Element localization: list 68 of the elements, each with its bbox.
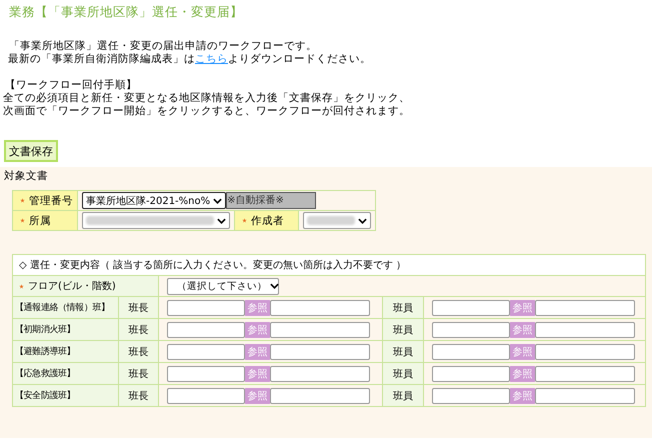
- leader-label: 班長: [118, 340, 158, 362]
- department-select[interactable]: [82, 212, 230, 229]
- number-select[interactable]: 事業所地区隊-2021-%no%: [82, 192, 226, 209]
- name-input-field[interactable]: [535, 322, 635, 338]
- name-input-field[interactable]: [270, 388, 370, 404]
- author-select[interactable]: [303, 212, 371, 229]
- caret-icon: [270, 283, 279, 289]
- name-input-field[interactable]: [270, 344, 370, 360]
- procedure-text: 全ての必須項目と新任・変更となる地区隊情報を入力後「文書保存」をクリック、: [3, 92, 411, 105]
- section-label: 対象文書: [3, 169, 49, 183]
- leader-label: 班長: [118, 362, 158, 384]
- member-label: 班員: [382, 318, 424, 340]
- reference-button[interactable]: 参照: [510, 344, 535, 360]
- member-label: 班員: [382, 340, 424, 362]
- procedure-text: 次画面で「ワークフロー開始」をクリックすると、ワークフローが回付されます。: [3, 105, 411, 118]
- name-input-field[interactable]: [432, 366, 510, 382]
- member-label: 班員: [382, 362, 424, 384]
- name-input-field[interactable]: [432, 344, 510, 360]
- name-input-field[interactable]: [167, 300, 245, 316]
- caret-icon: [217, 218, 226, 224]
- field-label: 所属: [29, 214, 51, 226]
- auto-number-field: ※自動採番※: [226, 192, 316, 209]
- reference-button[interactable]: 参照: [245, 300, 270, 316]
- caret-icon: [213, 198, 222, 204]
- name-input-field[interactable]: [535, 366, 635, 382]
- section-heading: ◇ 選任・変更内容（ 該当する箇所に入力ください。変更の無い箇所は入力不要です ）: [12, 254, 646, 276]
- name-input-field[interactable]: [432, 300, 510, 316]
- save-document-button[interactable]: 文書保存: [4, 140, 58, 162]
- reference-button[interactable]: 参照: [510, 388, 535, 404]
- team-name: 【通報連絡（情報）班】: [12, 296, 118, 318]
- name-input-field[interactable]: [432, 322, 510, 338]
- team-name: 【安全防護班】: [12, 384, 118, 406]
- reference-button[interactable]: 参照: [245, 344, 270, 360]
- name-input-field[interactable]: [270, 300, 370, 316]
- member-label: 班員: [382, 296, 424, 318]
- name-input-field[interactable]: [167, 344, 245, 360]
- name-input-field[interactable]: [270, 322, 370, 338]
- description-text: 最新の「事業所自衛消防隊編成表」は こちら よりダウンロードください。: [7, 53, 372, 66]
- floor-select[interactable]: （選択して下さい）: [167, 278, 279, 294]
- name-input-field[interactable]: [535, 388, 635, 404]
- caret-icon: [358, 218, 367, 224]
- leader-label: 班長: [118, 384, 158, 406]
- procedure-heading: 【ワークフロー回付手順】: [5, 79, 138, 92]
- name-input-field[interactable]: [535, 300, 635, 316]
- reference-button[interactable]: 参照: [245, 322, 270, 338]
- reference-button[interactable]: 参照: [245, 366, 270, 382]
- reference-button[interactable]: 参照: [510, 300, 535, 316]
- name-input-field[interactable]: [167, 322, 245, 338]
- leader-label: 班長: [118, 296, 158, 318]
- leader-label: 班長: [118, 318, 158, 340]
- name-input-field[interactable]: [535, 344, 635, 360]
- name-input-field[interactable]: [167, 366, 245, 382]
- field-label: フロア(ビル・階数): [28, 281, 116, 292]
- download-link[interactable]: こちら: [195, 53, 228, 65]
- field-label: 管理番号: [29, 194, 73, 206]
- team-name: 【応急救護班】: [12, 362, 118, 384]
- name-input-field[interactable]: [167, 388, 245, 404]
- reference-button[interactable]: 参照: [510, 322, 535, 338]
- description-text: 「事業所地区隊」選任・変更の届出申請のワークフローです。: [8, 40, 318, 53]
- reference-button[interactable]: 参照: [510, 366, 535, 382]
- member-label: 班員: [382, 384, 424, 406]
- reference-button[interactable]: 参照: [245, 388, 270, 404]
- name-input-field[interactable]: [270, 366, 370, 382]
- name-input-field[interactable]: [432, 388, 510, 404]
- team-name: 【初期消火班】: [12, 318, 118, 340]
- page-title: 業務【「事業所地区隊」選任・変更届】: [8, 3, 244, 21]
- field-label: 作成者: [251, 214, 284, 226]
- team-name: 【避難誘導班】: [12, 340, 118, 362]
